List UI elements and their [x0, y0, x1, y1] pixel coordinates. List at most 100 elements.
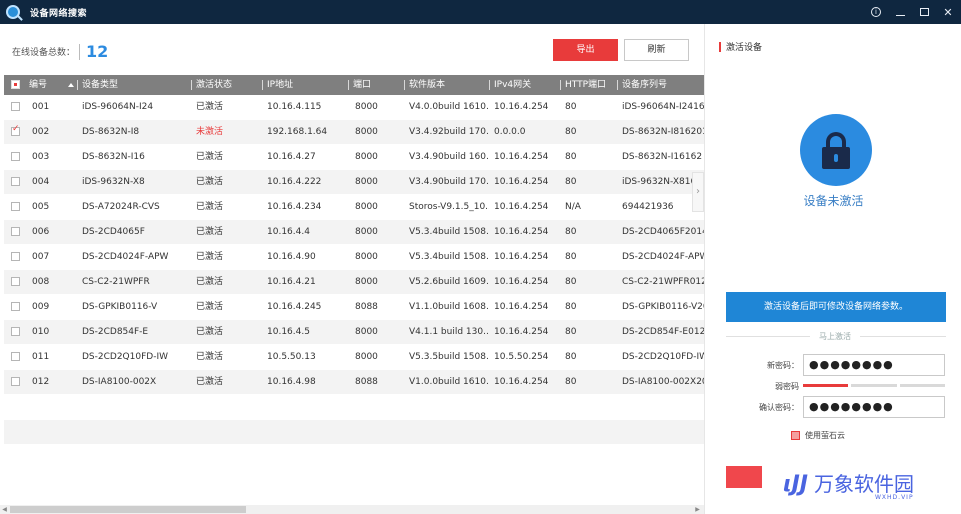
cell-port: 8000 [355, 102, 378, 112]
app-logo-icon [6, 5, 20, 19]
cell-gateway: 10.16.4.254 [494, 377, 549, 387]
cell-http: 80 [565, 252, 577, 262]
row-checkbox[interactable] [11, 202, 20, 211]
activate-device-panel: 激活设备 设备未激活 激活设备后即可修改设备网络参数。 马上激活 新密码： ●●… [704, 24, 961, 514]
cell-status: 已激活 [196, 252, 224, 262]
table-row[interactable]: 001 iDS-96064N-I24 已激活 10.16.4.115 8000 V4.0.… [4, 95, 704, 120]
row-checkbox[interactable] [11, 152, 20, 161]
close-button[interactable]: ✕ [943, 5, 953, 19]
cell-serial: DS-GPKIB0116-V20 [622, 302, 704, 312]
table-row[interactable]: 007 DS-2CD4024F-APW 已激活 10.16.4.90 8000 V5.3.… [4, 245, 704, 270]
collapse-panel-button[interactable]: › [692, 172, 704, 212]
maximize-button[interactable] [919, 7, 929, 17]
device-table: 编号 设备类型 激活状态 IP地址 端口 软件版本 IPv4网关 HTTP端口 … [4, 75, 704, 470]
cell-ip: 10.16.4.27 [267, 152, 316, 162]
cell-type: DS-2CD2Q10FD-IW [82, 352, 169, 362]
cell-port: 8000 [355, 227, 378, 237]
table-row[interactable]: 003 DS-8632N-I16 已激活 10.16.4.27 8000 V3.4.90b… [4, 145, 704, 170]
minimize-icon [895, 14, 905, 16]
new-password-input[interactable]: ●●●●●●●● [803, 354, 945, 376]
cell-serial: CS-C2-21WPFR0120 [622, 277, 704, 287]
scrollbar-thumb[interactable] [10, 506, 246, 513]
cell-status: 已激活 [196, 302, 224, 312]
cell-id: 005 [32, 202, 50, 212]
column-header-port[interactable]: 端口 [348, 75, 402, 95]
row-checkbox[interactable] [11, 177, 20, 186]
use-cloud-label: 使用萤石云 [805, 431, 845, 440]
table-row[interactable]: 009 DS-GPKIB0116-V 已激活 10.16.4.245 8088 V1.1.… [4, 295, 704, 320]
confirm-password-input[interactable]: ●●●●●●●● [803, 396, 945, 418]
activation-status: 设备未激活 [803, 194, 864, 208]
cell-http: N/A [565, 202, 581, 212]
cell-version: V5.3.4build 1508... [409, 252, 489, 262]
close-icon: ✕ [943, 5, 953, 19]
row-checkbox[interactable] [11, 377, 20, 386]
table-row[interactable]: 004 iDS-9632N-X8 已激活 10.16.4.222 8000 V3.4.90… [4, 170, 704, 195]
password-strength-label: 弱密码 [775, 382, 799, 391]
cell-id: 010 [32, 327, 50, 337]
cell-ip: 10.16.4.234 [267, 202, 322, 212]
cell-serial: DS-8632N-I8162015 [622, 127, 704, 137]
cell-version: V4.1.1 build 130... [409, 327, 489, 337]
table-row[interactable]: 012 DS-IA8100-002X 已激活 10.16.4.98 8088 V1.0.0… [4, 370, 704, 395]
info-button[interactable]: i [871, 7, 881, 17]
row-checkbox[interactable] [11, 352, 20, 361]
scroll-right-icon[interactable]: ▶ [693, 505, 702, 514]
horizontal-scrollbar[interactable]: ◀ ▶ [0, 505, 704, 514]
column-header-status[interactable]: 激活状态 [191, 75, 261, 95]
row-checkbox[interactable] [11, 302, 20, 311]
cell-type: DS-2CD4065F [82, 227, 145, 237]
cell-status: 已激活 [196, 152, 224, 162]
online-count-value: 12 [86, 42, 109, 61]
column-header-http[interactable]: HTTP端口 [560, 75, 616, 95]
use-cloud-option[interactable]: 使用萤石云 [791, 430, 845, 441]
table-row[interactable]: 011 DS-2CD2Q10FD-IW 已激活 10.5.50.13 8000 V5.3.… [4, 345, 704, 370]
cell-status: 已激活 [196, 177, 224, 187]
column-header-ip[interactable]: IP地址 [262, 75, 346, 95]
cell-id: 007 [32, 252, 50, 262]
row-checkbox[interactable] [11, 327, 20, 336]
row-checkbox[interactable] [11, 252, 20, 261]
column-header-type[interactable]: 设备类型 [77, 75, 189, 95]
cell-ip: 10.16.4.5 [267, 327, 310, 337]
cell-type: DS-8632N-I8 [82, 127, 140, 137]
column-header-serial[interactable]: 设备序列号 [617, 75, 704, 95]
table-row[interactable]: 005 DS-A72024R-CVS 已激活 10.16.4.234 8000 Storo… [4, 195, 704, 220]
cell-serial: DS-2CD854F-E0120 [622, 327, 704, 337]
cell-port: 8000 [355, 177, 378, 187]
new-password-label: 新密码： [767, 361, 799, 370]
minimize-button[interactable] [895, 7, 905, 17]
accent-bar [719, 41, 721, 52]
row-checkbox[interactable] [11, 277, 20, 286]
scroll-left-icon[interactable]: ◀ [0, 505, 9, 514]
cell-http: 80 [565, 152, 577, 162]
cell-ip: 10.16.4.21 [267, 277, 316, 287]
activate-button[interactable] [726, 466, 762, 488]
title-bar: 设备网络搜索 i ✕ [0, 0, 961, 24]
table-row[interactable]: 006 DS-2CD4065F 已激活 10.16.4.4 8000 V5.3.4buil… [4, 220, 704, 245]
select-all-checkbox[interactable] [11, 80, 20, 89]
refresh-button[interactable]: 刷新 [624, 39, 689, 61]
confirm-password-label: 确认密码： [759, 403, 799, 412]
cell-port: 8000 [355, 202, 378, 212]
row-checkbox[interactable] [11, 227, 20, 236]
panel-header: 激活设备 [719, 40, 762, 53]
cell-type: iDS-9632N-X8 [82, 177, 145, 187]
use-cloud-checkbox[interactable] [791, 431, 800, 440]
cell-status: 已激活 [196, 327, 224, 337]
cell-type: DS-2CD4024F-APW [82, 252, 169, 262]
column-header-gateway[interactable]: IPv4网关 [489, 75, 559, 95]
cell-type: CS-C2-21WPFR [82, 277, 150, 287]
row-checkbox[interactable] [11, 124, 20, 136]
row-checkbox[interactable] [11, 102, 20, 111]
cell-status: 已激活 [196, 352, 224, 362]
cell-id: 009 [32, 302, 50, 312]
export-button[interactable]: 导出 [553, 39, 618, 61]
table-row[interactable]: 002 DS-8632N-I8 未激活 192.168.1.64 8000 V3.4.92… [4, 120, 704, 145]
table-header: 编号 设备类型 激活状态 IP地址 端口 软件版本 IPv4网关 HTTP端口 … [4, 75, 704, 95]
cell-id: 011 [32, 352, 50, 362]
table-row[interactable]: 010 DS-2CD854F-E 已激活 10.16.4.5 8000 V4.1.1 bu… [4, 320, 704, 345]
table-row[interactable]: 008 CS-C2-21WPFR 已激活 10.16.4.21 8000 V5.2.6bu… [4, 270, 704, 295]
cell-type: DS-2CD854F-E [82, 327, 149, 337]
column-header-version[interactable]: 软件版本 [404, 75, 488, 95]
